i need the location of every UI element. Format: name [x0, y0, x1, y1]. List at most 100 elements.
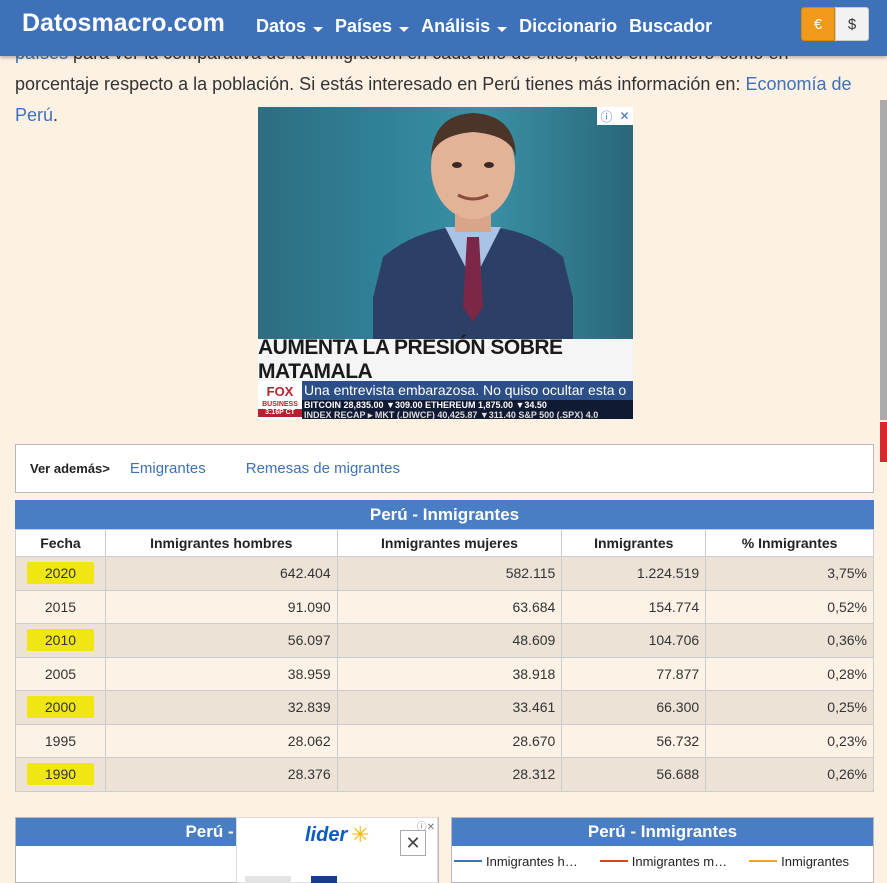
chevron-down-icon: [399, 27, 410, 32]
nav-buscador-label: Buscador: [629, 16, 713, 36]
cell-inmigrantes: 154.774: [561, 589, 707, 624]
legend-swatch: [599, 860, 628, 862]
table-row: 2020 642.404 582.115 1.224.519 3,75%: [15, 556, 874, 591]
col-inmigrantes[interactable]: Inmigrantes: [561, 529, 707, 557]
cell-fecha[interactable]: 2000: [15, 690, 106, 725]
nav-datos-label: Datos: [256, 16, 307, 36]
data-table: Fecha Inmigrantes hombres Inmigrantes mu…: [15, 529, 874, 792]
cell-hombres: 642.404: [104, 556, 338, 591]
legend-swatch: [749, 860, 778, 862]
cell-fecha[interactable]: 2005: [15, 656, 106, 691]
cell-mujeres: 33.461: [336, 690, 563, 725]
table-row: 2000 32.839 33.461 66.300 0,25%: [15, 690, 874, 725]
ad-close-icon[interactable]: ✕: [619, 109, 629, 123]
table-row: 2005 38.959 38.918 77.877 0,28%: [15, 656, 874, 691]
legend-mujeres[interactable]: Inmigrantes m…: [599, 853, 728, 869]
cell-pct: 0,23%: [705, 723, 874, 758]
ad-logo-bottom: BUSINESS: [262, 401, 298, 408]
chevron-down-icon: [313, 27, 324, 32]
legend-mujeres-label: Inmigrantes m…: [631, 853, 728, 869]
cell-fecha[interactable]: 2010: [15, 623, 106, 658]
cell-inmigrantes: 77.877: [561, 656, 707, 691]
cell-mujeres: 28.670: [336, 723, 563, 758]
chart-right: Perú - Inmigrantes Inmigrantes h… Inmigr…: [451, 817, 874, 883]
intro-end: .: [53, 105, 59, 125]
cell-pct: 0,36%: [705, 623, 874, 658]
nav-diccionario[interactable]: Diccionario: [519, 16, 617, 37]
cell-inmigrantes: 1.224.519: [561, 556, 707, 591]
nav-paises-label: Países: [335, 16, 393, 36]
link-remesas[interactable]: Remesas de migrantes: [246, 460, 400, 477]
table-header-row: Fecha Inmigrantes hombres Inmigrantes mu…: [15, 529, 874, 557]
highlighted-date: 2010: [26, 629, 95, 652]
table-body: 2020 642.404 582.115 1.224.519 3,75% 2015 91.0…: [15, 556, 874, 792]
highlighted-date: 2000: [26, 696, 95, 719]
ad-presenter-image: [373, 113, 573, 339]
cell-mujeres: 48.609: [336, 623, 563, 658]
cell-fecha[interactable]: 2020: [15, 556, 106, 591]
cell-fecha[interactable]: 2015: [15, 589, 106, 624]
highlighted-date: 2020: [26, 562, 95, 585]
table-row: 1990 28.376 28.312 56.688 0,26%: [15, 757, 874, 792]
currency-usd-button[interactable]: $: [835, 7, 869, 41]
cell-hombres: 56.097: [104, 623, 338, 658]
main-nav: Datos Países Análisis Diccionario Buscad…: [256, 16, 712, 37]
cell-mujeres: 582.115: [336, 556, 563, 591]
ad-controls: ⓘ ✕: [597, 107, 633, 125]
see-also-box: Ver además> Emigrantes Remesas de migran…: [15, 444, 874, 493]
table-row: 2010 56.097 48.609 104.706 0,36%: [15, 623, 874, 658]
ad-product-image: [311, 876, 337, 883]
cell-pct: 0,28%: [705, 656, 874, 691]
cell-mujeres: 63.684: [336, 589, 563, 624]
side-ad-edge: [880, 100, 887, 420]
col-pct[interactable]: % Inmigrantes: [705, 529, 874, 557]
link-emigrantes[interactable]: Emigrantes: [130, 460, 206, 477]
highlighted-date: 1990: [26, 763, 95, 786]
col-fecha[interactable]: Fecha: [15, 529, 106, 557]
col-hombres[interactable]: Inmigrantes hombres: [104, 529, 338, 557]
site-logo[interactable]: Datosmacro.com: [22, 9, 225, 38]
ad-info-icon[interactable]: ⓘ: [600, 108, 612, 125]
cell-inmigrantes: 66.300: [561, 690, 707, 725]
cell-pct: 0,25%: [705, 690, 874, 725]
col-mujeres[interactable]: Inmigrantes mujeres: [336, 529, 563, 557]
ad-lider-brand: lider: [305, 824, 348, 846]
nav-buscador[interactable]: Buscador: [629, 16, 712, 37]
advertisement[interactable]: ⓘ ✕ AUMENTA LA PRESIÓN SOBRE MATAMALA FO…: [258, 107, 633, 419]
cell-hombres: 28.062: [104, 723, 338, 758]
ad-ticker: BITCOIN 28,835.00 ▼309.00 ETHEREUM 1,875…: [302, 400, 633, 419]
spark-icon: ✳: [351, 822, 370, 847]
ad-logo-top: FOX: [266, 384, 294, 399]
legend-hombres[interactable]: Inmigrantes h…: [454, 854, 578, 869]
ad-product-image: [245, 876, 291, 883]
ad-ticker-line-1: BITCOIN 28,835.00 ▼309.00 ETHEREUM 1,875…: [304, 400, 547, 410]
nav-diccionario-label: Diccionario: [519, 16, 618, 36]
legend-inmigrantes[interactable]: Inmigrantes: [749, 854, 849, 869]
advertisement-lider[interactable]: lider ✳ ⓘ✕ ✕: [236, 817, 438, 883]
cell-fecha[interactable]: 1990: [15, 757, 106, 792]
nav-analisis[interactable]: Análisis: [421, 16, 508, 37]
cell-mujeres: 28.312: [336, 757, 563, 792]
ad-time: 3:16P CT: [258, 409, 302, 417]
cell-fecha[interactable]: 1995: [15, 723, 106, 758]
ad-ticker-line-2: INDEX RECAP ▸ MKT (.DIWCF) 40,425.87 ▼31…: [304, 410, 599, 419]
chart-legend: Inmigrantes h… Inmigrantes m… Inmigrante…: [452, 846, 873, 876]
legend-inmigrantes-label: Inmigrantes: [781, 853, 850, 869]
table-row: 1995 28.062 28.670 56.732 0,23%: [15, 723, 874, 758]
cell-hombres: 38.959: [104, 656, 338, 691]
currency-eur-button[interactable]: €: [801, 7, 835, 41]
nav-analisis-label: Análisis: [421, 16, 491, 36]
ad-subtitle: Una entrevista embarazosa. No quiso ocul…: [302, 381, 633, 400]
cell-pct: 3,75%: [705, 556, 874, 591]
cell-inmigrantes: 56.688: [561, 757, 707, 792]
nav-datos[interactable]: Datos: [256, 16, 324, 37]
nav-paises[interactable]: Países: [335, 16, 410, 37]
close-icon[interactable]: ✕: [400, 830, 426, 856]
see-also-label: Ver además>: [30, 461, 110, 476]
immigrants-table: Perú - Inmigrantes Fecha Inmigrantes hom…: [15, 500, 874, 792]
ad-headline: AUMENTA LA PRESIÓN SOBRE MATAMALA: [258, 336, 633, 383]
top-navigation-bar: Datosmacro.com Datos Países Análisis Dic…: [0, 0, 887, 56]
cell-hombres: 28.376: [104, 757, 338, 792]
cell-inmigrantes: 104.706: [561, 623, 707, 658]
chevron-down-icon: [497, 27, 508, 32]
